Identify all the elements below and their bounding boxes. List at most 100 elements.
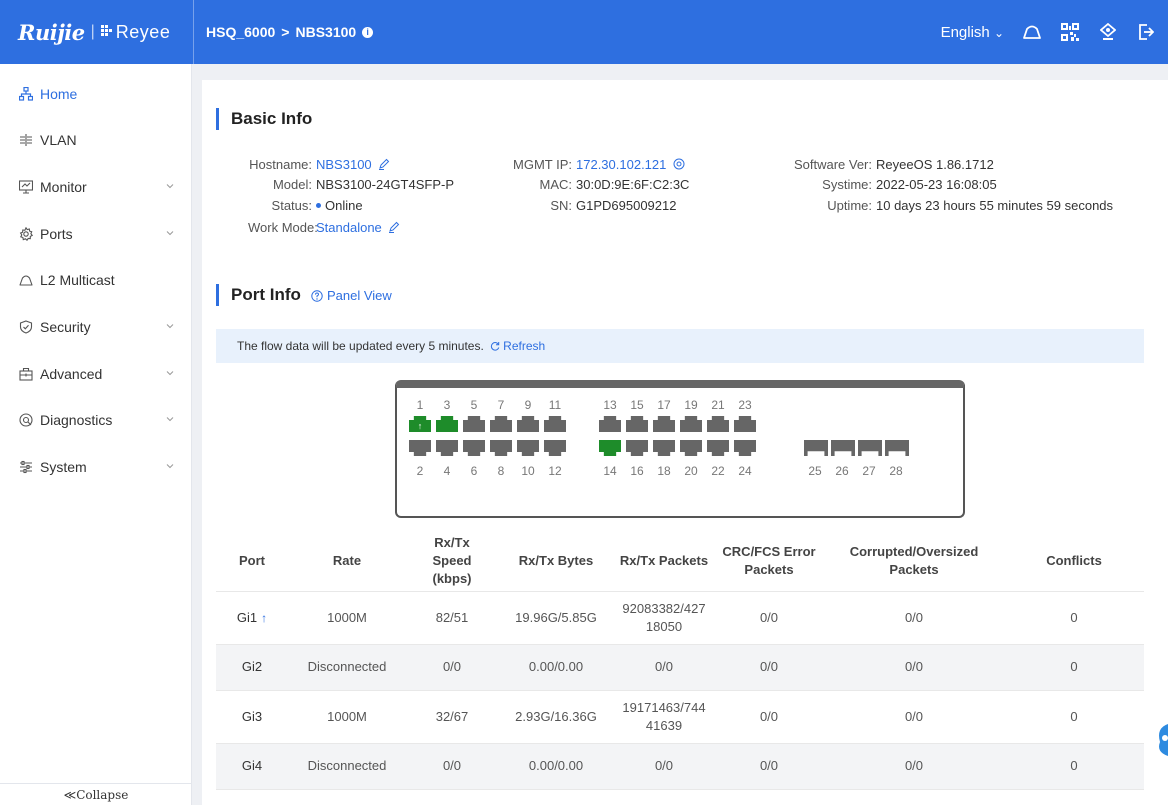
table-row[interactable]: Gi1 ↑ 1000M 82/51 19.96G/5.85G 92083382/4… (216, 591, 1144, 645)
sn-value: G1PD695009212 (576, 198, 677, 213)
port-20[interactable] (680, 440, 702, 456)
port-10[interactable] (517, 440, 539, 456)
port-11[interactable] (544, 416, 566, 432)
sidebar-item-diagnostics[interactable]: Diagnostics (0, 405, 192, 435)
edit-work-mode-icon[interactable] (388, 221, 400, 233)
port-number-label: 24 (738, 464, 752, 478)
shield-icon (18, 319, 34, 335)
port-13[interactable] (599, 416, 621, 432)
port-number-label: 23 (738, 398, 752, 412)
port-number-label: 14 (603, 464, 617, 478)
panel-view-label: Panel View (327, 288, 392, 303)
port-18[interactable] (653, 440, 675, 456)
breadcrumb-site[interactable]: HSQ_6000 (206, 24, 275, 40)
rate-cell: Disconnected (288, 644, 406, 691)
hostname-label: Hostname: (249, 157, 312, 172)
sidebar-item-monitor[interactable]: Monitor (0, 172, 192, 202)
port-5[interactable] (463, 416, 485, 432)
port-16[interactable] (626, 440, 648, 456)
chevron-down-icon (166, 184, 174, 189)
port-1[interactable]: ↑ (409, 416, 431, 432)
port-12[interactable] (544, 440, 566, 456)
port-number-label: 15 (630, 398, 644, 412)
table-row[interactable]: Gi2 Disconnected 0/0 0.00/0.00 0/0 0/0 0… (216, 644, 1144, 691)
column-header: CRC/FCS Error Packets (714, 531, 824, 592)
section-title-port-info: Port Info (216, 284, 301, 306)
port-28[interactable] (885, 440, 909, 456)
status-row: Status: Online (248, 198, 363, 213)
sidebar-item-vlan[interactable]: VLAN (0, 125, 192, 155)
sidebar-item-security[interactable]: Security (0, 312, 192, 342)
port-14[interactable] (599, 440, 621, 456)
port-4[interactable] (436, 440, 458, 456)
collapse-button[interactable]: ≪Collapse (0, 783, 192, 805)
port-17[interactable] (653, 416, 675, 432)
port-27[interactable] (858, 440, 882, 456)
port-number-label: 26 (835, 464, 849, 478)
qr-code-icon[interactable] (1060, 22, 1080, 42)
sidebar-item-advanced[interactable]: Advanced (0, 359, 192, 389)
online-dot-icon (316, 203, 321, 208)
chevron-down-icon (166, 371, 174, 376)
port-6[interactable] (463, 440, 485, 456)
column-header: Rx/Tx Packets (614, 531, 714, 592)
table-row[interactable]: Gi4 Disconnected 0/0 0.00/0.00 0/0 0/0 0… (216, 743, 1144, 790)
toolbox-icon (18, 366, 34, 382)
floating-assistant-icon[interactable] (1154, 722, 1168, 774)
sidebar-item-home[interactable]: Home (0, 79, 192, 109)
port-table: Port Rate Rx/Tx Speed (kbps) Rx/Tx Bytes… (216, 531, 1144, 790)
port-23[interactable] (734, 416, 756, 432)
settings-icon[interactable] (673, 158, 685, 170)
port-cell: Gi1 ↑ (216, 591, 288, 645)
bytes-cell: 0.00/0.00 (498, 743, 614, 790)
cloud-icon[interactable] (1022, 22, 1042, 42)
conflicts-cell: 0 (1004, 591, 1144, 645)
mac-value: 30:0D:9E:6F:C2:3C (576, 177, 690, 192)
port-9[interactable] (517, 416, 539, 432)
port-15[interactable] (626, 416, 648, 432)
bytes-cell: 0.00/0.00 (498, 644, 614, 691)
crc-cell: 0/0 (714, 743, 824, 790)
logout-icon[interactable] (1136, 22, 1156, 42)
port-number-label: 13 (603, 398, 617, 412)
reyee-logo: Reyee (115, 21, 171, 42)
port-2[interactable] (409, 440, 431, 456)
port-26[interactable] (831, 440, 855, 456)
sidebar-item-ports[interactable]: Ports (0, 219, 192, 249)
port-24[interactable] (734, 440, 756, 456)
cloud-icon (18, 272, 34, 288)
port-number-label: 7 (497, 398, 505, 412)
speed-cell: 82/51 (406, 591, 498, 645)
panel-view-link[interactable]: Panel View (311, 288, 392, 303)
table-row[interactable]: Gi3 1000M 32/67 2.93G/16.36G 19171463/74… (216, 690, 1144, 744)
network-icon[interactable] (1098, 22, 1118, 42)
model-row: Model: NBS3100-24GT4SFP-P (248, 177, 454, 192)
port-25[interactable] (804, 440, 828, 456)
port-number-label: 8 (497, 464, 505, 478)
edit-hostname-icon[interactable] (378, 158, 390, 170)
port-3[interactable] (436, 416, 458, 432)
flow-notice: The flow data will be updated every 5 mi… (216, 329, 1144, 363)
sidebar-item-label: Security (40, 319, 91, 335)
crc-cell: 0/0 (714, 591, 824, 645)
work-mode-value: Standalone (316, 220, 382, 235)
section-title-basic-info: Basic Info (216, 108, 312, 130)
systime-label: Systime: (822, 177, 872, 192)
sidebar-item-label: Monitor (40, 179, 87, 195)
port-19[interactable] (680, 416, 702, 432)
port-21[interactable] (707, 416, 729, 432)
port-7[interactable] (490, 416, 512, 432)
port-cell: Gi2 (216, 644, 288, 691)
info-icon[interactable]: i (362, 26, 374, 38)
mac-row: MAC: 30:0D:9E:6F:C2:3C (510, 177, 690, 192)
port-22[interactable] (707, 440, 729, 456)
brand-logo[interactable]: Ruijie | Reyee (0, 0, 194, 64)
chevron-down-icon (166, 324, 174, 329)
sidebar-item-system[interactable]: System (0, 452, 192, 482)
uptime-label: Uptime: (827, 198, 872, 213)
refresh-button[interactable]: Refresh (490, 339, 545, 353)
bytes-cell: 2.93G/16.36G (498, 690, 614, 744)
language-selector[interactable]: English ⌄ (941, 24, 1004, 41)
port-8[interactable] (490, 440, 512, 456)
sidebar-item-l2-multicast[interactable]: L2 Multicast (0, 265, 192, 295)
